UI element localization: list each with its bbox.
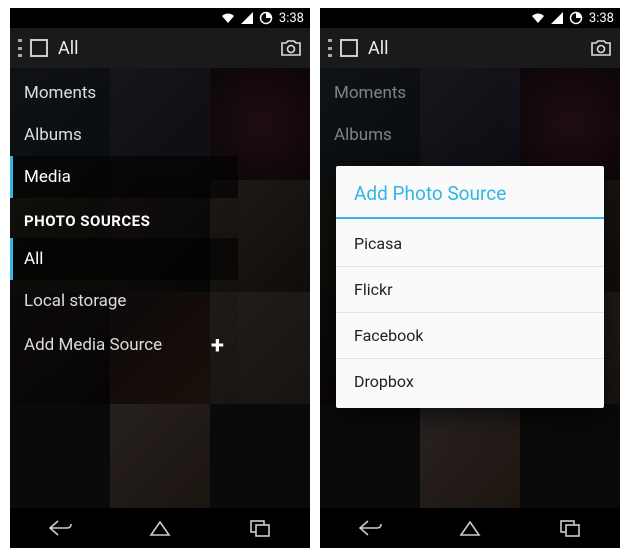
dialog-option-facebook[interactable]: Facebook (336, 313, 604, 359)
phone-screenshot-right: 3:38 All (320, 8, 620, 548)
dialog-option-picasa[interactable]: Picasa (336, 221, 604, 267)
back-button[interactable] (340, 514, 400, 542)
drawer-item-media[interactable]: Media (10, 156, 238, 198)
android-nav-bar (10, 508, 310, 548)
drawer-add-label: Add Media Source (24, 335, 162, 355)
status-bar: 3:38 (320, 8, 620, 28)
status-bar: 3:38 (10, 8, 310, 28)
menu-icon[interactable] (328, 39, 332, 57)
drawer-add-media-source[interactable]: Add Media Source + (10, 322, 238, 368)
drawer-source-local[interactable]: Local storage (10, 280, 238, 322)
plus-icon: + (211, 333, 224, 357)
app-header: All (10, 28, 310, 68)
status-time: 3:38 (589, 11, 614, 26)
back-button[interactable] (30, 514, 90, 542)
home-button[interactable] (440, 514, 500, 542)
drawer-item-moments: Moments (320, 72, 548, 114)
add-photo-source-dialog: Add Photo Source Picasa Flickr Facebook … (336, 166, 604, 408)
drawer-item-moments[interactable]: Moments (10, 72, 238, 114)
recent-apps-button[interactable] (230, 514, 290, 542)
dialog-option-dropbox[interactable]: Dropbox (336, 359, 604, 404)
select-all-checkbox[interactable] (340, 39, 358, 57)
status-time: 3:38 (279, 11, 304, 26)
dialog-separator (336, 217, 604, 219)
content-area: Moments Albums Add Photo Source Picasa F… (320, 68, 620, 508)
camera-icon[interactable] (280, 39, 302, 57)
select-all-checkbox[interactable] (30, 39, 48, 57)
camera-icon[interactable] (590, 39, 612, 57)
drawer-source-all[interactable]: All (10, 238, 238, 280)
drawer-item-albums[interactable]: Albums (10, 114, 238, 156)
signal-icon (241, 12, 253, 24)
signal-icon (551, 12, 563, 24)
menu-icon[interactable] (18, 39, 22, 57)
app-header: All (320, 28, 620, 68)
dialog-title: Add Photo Source (336, 166, 604, 217)
battery-icon (259, 11, 273, 25)
home-button[interactable] (130, 514, 190, 542)
wifi-icon (221, 12, 235, 24)
wifi-icon (531, 12, 545, 24)
phone-screenshot-left: 3:38 All (10, 8, 310, 548)
drawer-section-photo-sources: PHOTO SOURCES (10, 198, 238, 238)
android-nav-bar (320, 508, 620, 548)
navigation-drawer: Moments Albums Media PHOTO SOURCES All L… (10, 68, 238, 508)
header-title: All (58, 38, 280, 59)
recent-apps-button[interactable] (540, 514, 600, 542)
drawer-item-albums: Albums (320, 114, 548, 156)
header-title: All (368, 38, 590, 59)
battery-icon (569, 11, 583, 25)
dialog-option-flickr[interactable]: Flickr (336, 267, 604, 313)
content-area: Moments Albums Media PHOTO SOURCES All L… (10, 68, 310, 508)
